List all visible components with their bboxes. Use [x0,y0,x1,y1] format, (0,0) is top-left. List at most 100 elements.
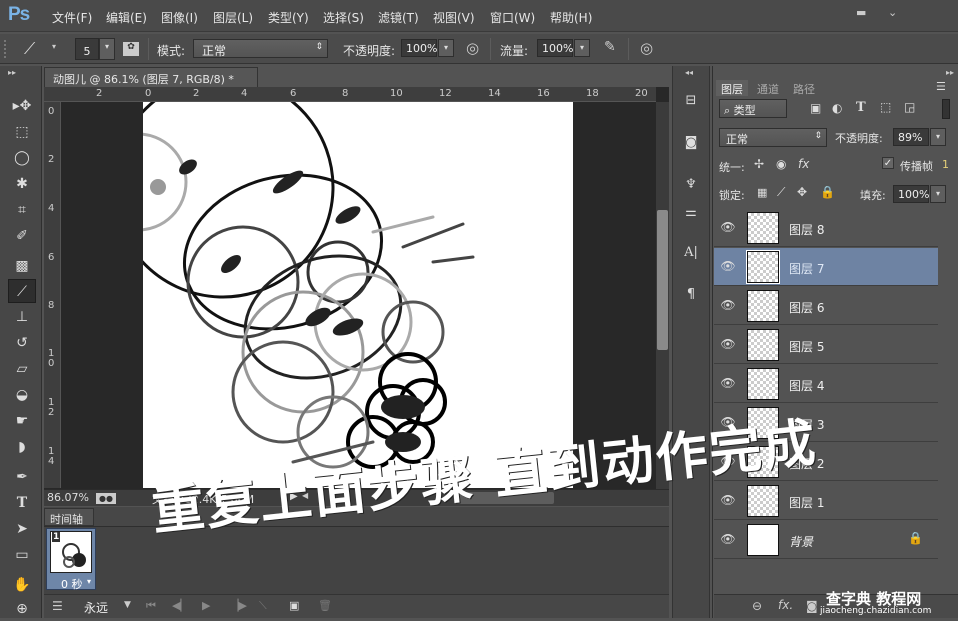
layer-name[interactable]: 图层 1 [789,494,824,511]
brush-presets-panel-icon[interactable]: ♆ [675,172,707,198]
visibility-eye-icon[interactable]: 👁 [720,298,736,312]
lock-transparency-icon[interactable]: ▦ [757,186,767,199]
menu-image[interactable]: 图像(I) [161,9,198,26]
rectangle-tool-icon[interactable]: ▭ [8,543,36,567]
crop-tool-icon[interactable]: ⌗ [8,198,36,222]
unify-style-icon[interactable]: fx [798,157,809,171]
layer-name[interactable]: 图层 5 [789,338,824,355]
grip-handle[interactable] [4,40,8,58]
blend-mode-select[interactable]: 正常 ⇕ [719,128,827,147]
menu-file[interactable]: 文件(F) [52,9,92,26]
fill-field[interactable]: 100% [893,185,929,203]
fill-dropdown[interactable]: ▾ [930,185,946,203]
eyedropper-tool-icon[interactable]: ✐ [8,224,36,248]
type-tool-icon[interactable]: T [8,491,36,515]
layer-name[interactable]: 图层 6 [789,299,824,316]
lock-pixels-icon[interactable]: ⟋ [777,185,785,200]
collapse-dock-icon[interactable]: ◂◂ [685,68,693,77]
opacity-field[interactable]: 100% [401,39,437,57]
brush-size-field[interactable]: 5 [75,38,99,60]
visibility-eye-icon[interactable]: 👁 [720,337,736,351]
paragraph-panel-icon[interactable]: ¶ [675,282,707,308]
opacity-dropdown[interactable]: ▾ [438,39,454,57]
tab-channels[interactable]: 通道 [752,80,784,96]
brush-picker-dropdown[interactable]: ▾ [99,38,115,60]
menu-select[interactable]: 选择(S) [323,9,364,26]
horizontal-ruler[interactable]: 2 0 2 4 6 8 10 12 14 16 18 20 [44,87,656,102]
properties-panel-icon[interactable]: ◙ [675,130,707,156]
visibility-eye-icon[interactable]: 👁 [720,259,736,273]
brush-panel-toggle-icon[interactable]: ✿ [123,42,139,56]
loop-dropdown-icon[interactable]: ▼ [124,600,131,610]
character-panel-icon[interactable]: A| [675,240,707,266]
filter-toggle[interactable] [942,99,950,119]
play-icon[interactable]: ▶ [202,599,210,612]
fx-icon[interactable]: fx. [778,598,793,612]
propagate-checkbox[interactable]: ✓ [882,157,894,169]
mode-select[interactable]: 正常 ⇕ [193,39,328,58]
brush-tool-preset-icon[interactable]: ⟋ [24,39,35,59]
delay-dropdown-icon[interactable]: ▾ [87,577,91,586]
scrollbar-thumb[interactable] [657,210,668,350]
pressure-opacity-icon[interactable]: ◎ [466,39,479,57]
layer-name[interactable]: 图层 4 [789,377,824,394]
frame-1[interactable]: 1 0 秒 ▾ [46,528,96,591]
restore-icon[interactable]: ⌄ [888,6,897,19]
minimize-icon[interactable]: ▬ [856,6,866,19]
airbrush-icon[interactable]: ✎ [604,39,616,55]
layer-opacity-field[interactable]: 89% [893,128,929,146]
loop-select[interactable]: 永远 [84,599,108,616]
zoom-level[interactable]: 86.07% [47,491,89,504]
clone-stamp-tool-icon[interactable]: ⊥ [8,305,36,329]
add-mask-icon[interactable]: ◙ [806,599,818,613]
pen-tool-icon[interactable]: ✒ [8,465,36,489]
unify-visibility-icon[interactable]: ◉ [776,157,786,171]
menu-help[interactable]: 帮助(H) [550,9,592,26]
filter-pixel-icon[interactable]: ▣ [810,101,821,115]
filter-kind-select[interactable]: ⌕ 类型 [719,99,787,118]
layer-opacity-dropdown[interactable]: ▾ [930,128,946,146]
visibility-eye-icon[interactable]: 👁 [720,493,736,507]
unify-position-icon[interactable]: ✢ [754,157,764,171]
dodge-tool-icon[interactable]: ◗ [8,435,36,459]
paint-bucket-tool-icon[interactable]: ◒ [8,383,36,407]
expand-panel-icon[interactable]: ▸▸ [946,68,954,77]
timeline-tab[interactable]: 时间轴 [44,508,94,526]
menu-edit[interactable]: 编辑(E) [106,9,147,26]
menu-window[interactable]: 窗口(W) [490,9,535,26]
visibility-eye-icon[interactable]: 👁 [720,532,736,546]
brush-panel-icon[interactable]: ⚌ [675,200,707,226]
preset-dropdown-icon[interactable]: ▾ [52,42,56,51]
menu-type[interactable]: 类型(Y) [268,9,309,26]
vertical-ruler[interactable]: 0 2 4 6 8 10 12 14 [44,102,61,488]
zoom-tool-icon[interactable]: ⊕ [8,597,36,621]
history-panel-icon[interactable]: ⊟ [675,88,707,114]
marquee-tool-icon[interactable]: ⬚ [8,120,36,144]
convert-timeline-icon[interactable]: ☰ [52,599,63,613]
filter-smart-object-icon[interactable]: ◲ [904,100,915,114]
healing-brush-tool-icon[interactable]: ▩ [8,254,36,278]
proof-icon[interactable]: ●● [96,493,116,504]
delete-frame-icon[interactable]: 🗑 [318,599,332,612]
next-frame-icon[interactable]: ▕▶ [230,599,247,612]
path-selection-tool-icon[interactable]: ➤ [8,517,36,541]
lasso-tool-icon[interactable]: ◯ [8,146,36,170]
pressure-size-icon[interactable]: ◎ [640,39,653,57]
expand-icon[interactable]: ▸▸ [8,68,16,77]
visibility-eye-icon[interactable]: 👁 [720,220,736,234]
panel-menu-icon[interactable]: ☰ [936,80,946,93]
tab-layers[interactable]: 图层 [716,80,748,96]
menu-view[interactable]: 视图(V) [433,9,475,26]
tab-paths[interactable]: 路径 [788,80,820,96]
flow-dropdown[interactable]: ▾ [574,39,590,57]
filter-type-icon[interactable]: T [856,100,866,115]
duplicate-frame-icon[interactable]: ▣ [289,599,299,612]
canvas[interactable] [143,102,573,488]
move-tool-icon[interactable]: ▸✥ [8,94,36,118]
filter-shape-icon[interactable]: ⬚ [880,100,891,114]
history-brush-tool-icon[interactable]: ↺ [8,331,36,355]
eraser-tool-icon[interactable]: ▱ [8,357,36,381]
layer-name[interactable]: 图层 8 [789,221,824,238]
flow-field[interactable]: 100% [537,39,573,57]
lock-all-icon[interactable]: 🔒 [820,185,835,199]
